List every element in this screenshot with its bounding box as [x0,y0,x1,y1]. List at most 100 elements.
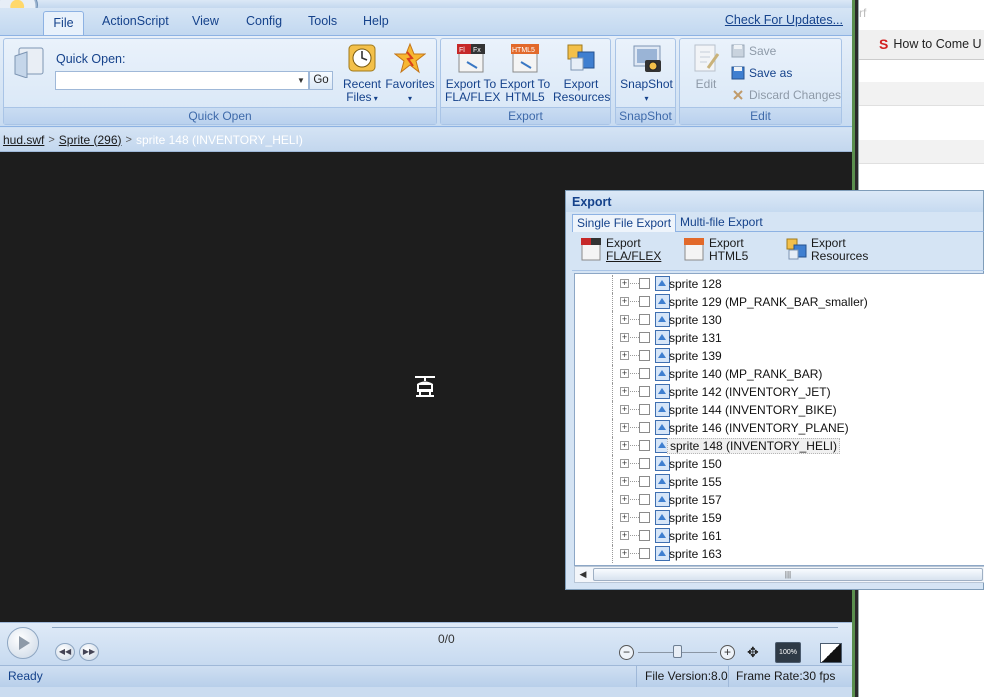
expand-icon[interactable]: + [620,279,629,288]
tree-checkbox[interactable] [639,404,650,415]
expand-icon[interactable]: + [620,477,629,486]
expand-icon[interactable]: + [620,513,629,522]
export-resources-tool[interactable]: Export Resources [785,237,868,263]
tree-row[interactable]: + sprite 144 (INVENTORY_BIKE) [575,401,984,419]
expand-icon[interactable]: + [620,387,629,396]
previous-frame-button[interactable]: ◀◀ [55,643,75,661]
edit-button[interactable]: Edit [686,42,726,91]
tree-row[interactable]: + sprite 155 [575,473,984,491]
export-html5-button[interactable]: HTML5 Export To HTML5 [499,42,551,104]
tree-checkbox[interactable] [639,512,650,523]
tab-config[interactable]: Config [246,14,282,28]
tab-file[interactable]: File [43,11,84,36]
tree-checkbox[interactable] [639,458,650,469]
export-fla-flex-tool[interactable]: Export FLA/FLEX [580,237,661,263]
export-html5-tool[interactable]: Export HTML5 [683,237,748,263]
expand-icon[interactable]: + [620,405,629,414]
expand-icon[interactable]: + [620,549,629,558]
favorites-button[interactable]: Favorites ▾ [385,42,435,105]
tree-row[interactable]: + sprite 161 [575,527,984,545]
export-dialog-title[interactable]: Export [566,191,983,212]
svg-text:HTML5: HTML5 [512,47,535,54]
tab-tools[interactable]: Tools [308,14,337,28]
go-button[interactable]: Go [309,71,333,90]
save-as-button[interactable]: Save as [731,66,792,80]
tree-row[interactable]: + sprite 139 [575,347,984,365]
zoom-100-button[interactable]: 100% [775,642,801,663]
breadcrumb-item-sprite-folder[interactable]: Sprite (296) [59,133,122,147]
expand-icon[interactable]: + [620,315,629,324]
expand-icon[interactable]: + [620,333,629,342]
recent-files-button[interactable]: Recent Files ▾ [340,42,384,105]
tree-row-selected[interactable]: + sprite 148 (INVENTORY_HELI) [575,437,984,455]
tree-checkbox[interactable] [639,368,650,379]
tree-checkbox[interactable] [639,332,650,343]
zoom-slider-thumb[interactable] [673,645,682,658]
timeline-track[interactable] [52,627,838,631]
tree-checkbox[interactable] [639,476,650,487]
snapshot-button[interactable]: SnapShot ▾ [619,42,674,105]
expand-icon[interactable]: + [620,441,629,450]
tab-multi-file-export[interactable]: Multi-file Export [676,214,767,232]
tree-row[interactable]: + sprite 157 [575,491,984,509]
background-color-button[interactable] [820,643,842,663]
check-updates-link[interactable]: Check For Updates... [725,13,843,27]
tree-row[interactable]: + sprite 150 [575,455,984,473]
tree-row[interactable]: + sprite 142 (INVENTORY_JET) [575,383,984,401]
expand-icon[interactable]: + [620,351,629,360]
tab-view[interactable]: View [192,14,219,28]
tree-checkbox[interactable] [639,386,650,397]
tree-item-label: sprite 131 [669,331,722,345]
save-button[interactable]: Save [731,44,776,58]
tree-checkbox[interactable] [639,314,650,325]
tree-checkbox[interactable] [639,296,650,307]
tree-row[interactable]: + sprite 131 [575,329,984,347]
next-frame-button[interactable]: ▶▶ [79,643,99,661]
snapshot-group-label: SnapShot [616,107,675,124]
tree-row[interactable]: + sprite 146 (INVENTORY_PLANE) [575,419,984,437]
play-button[interactable] [7,627,39,659]
background-tab[interactable]: S How to Come U [879,36,982,52]
quick-open-input[interactable] [55,71,309,90]
tree-row[interactable]: + sprite 140 (MP_RANK_BAR) [575,365,984,383]
expand-icon[interactable]: + [620,297,629,306]
tab-help[interactable]: Help [363,14,389,28]
export-tree-view[interactable]: + sprite 128 + sprite 129 (MP_RANK_BAR_sma… [574,273,984,566]
expand-icon[interactable]: + [620,423,629,432]
scroll-left-arrow-icon[interactable]: ◀ [577,568,589,581]
tab-single-file-export[interactable]: Single File Export [572,214,677,232]
expand-icon[interactable]: + [620,459,629,468]
tree-checkbox[interactable] [639,278,650,289]
expand-icon[interactable]: + [620,531,629,540]
tab-actionscript[interactable]: ActionScript [102,14,169,28]
tree-row[interactable]: + sprite 159 [575,509,984,527]
horizontal-scrollbar[interactable]: ◀ ||| [574,566,984,583]
tree-guide-line [612,275,613,293]
discard-changes-button[interactable]: Discard Changes [731,88,841,102]
tree-row[interactable]: + sprite 128 [575,275,984,293]
tree-row[interactable]: + sprite 130 [575,311,984,329]
quick-open-dropdown-arrow-icon[interactable]: ▼ [294,72,308,89]
scrollbar-thumb[interactable]: ||| [593,568,983,581]
export-fla-flex-button[interactable]: Fl Fx Export To FLA/FLEX [445,42,500,104]
tree-checkbox[interactable] [639,440,650,451]
tree-checkbox[interactable] [639,530,650,541]
tree-checkbox[interactable] [639,422,650,433]
tree-connector [630,337,639,338]
tree-row[interactable]: + sprite 129 (MP_RANK_BAR_smaller) [575,293,984,311]
expand-icon[interactable]: + [620,495,629,504]
zoom-in-button[interactable]: + [720,645,735,660]
expand-icon[interactable]: + [620,369,629,378]
pan-zoom-icon[interactable]: ✥ [747,644,769,662]
tree-checkbox[interactable] [639,350,650,361]
tree-row[interactable]: + sprite 163 [575,545,984,563]
svg-text:Fl: Fl [459,47,465,54]
tree-connector [630,463,639,464]
tree-checkbox[interactable] [639,548,650,559]
tree-guide-line [612,491,613,509]
zoom-out-button[interactable]: − [619,645,634,660]
export-resources-button[interactable]: Export Resources [553,42,610,104]
breadcrumb-item-file[interactable]: hud.swf [3,133,44,147]
fla-flex-icon: Fl Fx [457,44,485,73]
tree-checkbox[interactable] [639,494,650,505]
